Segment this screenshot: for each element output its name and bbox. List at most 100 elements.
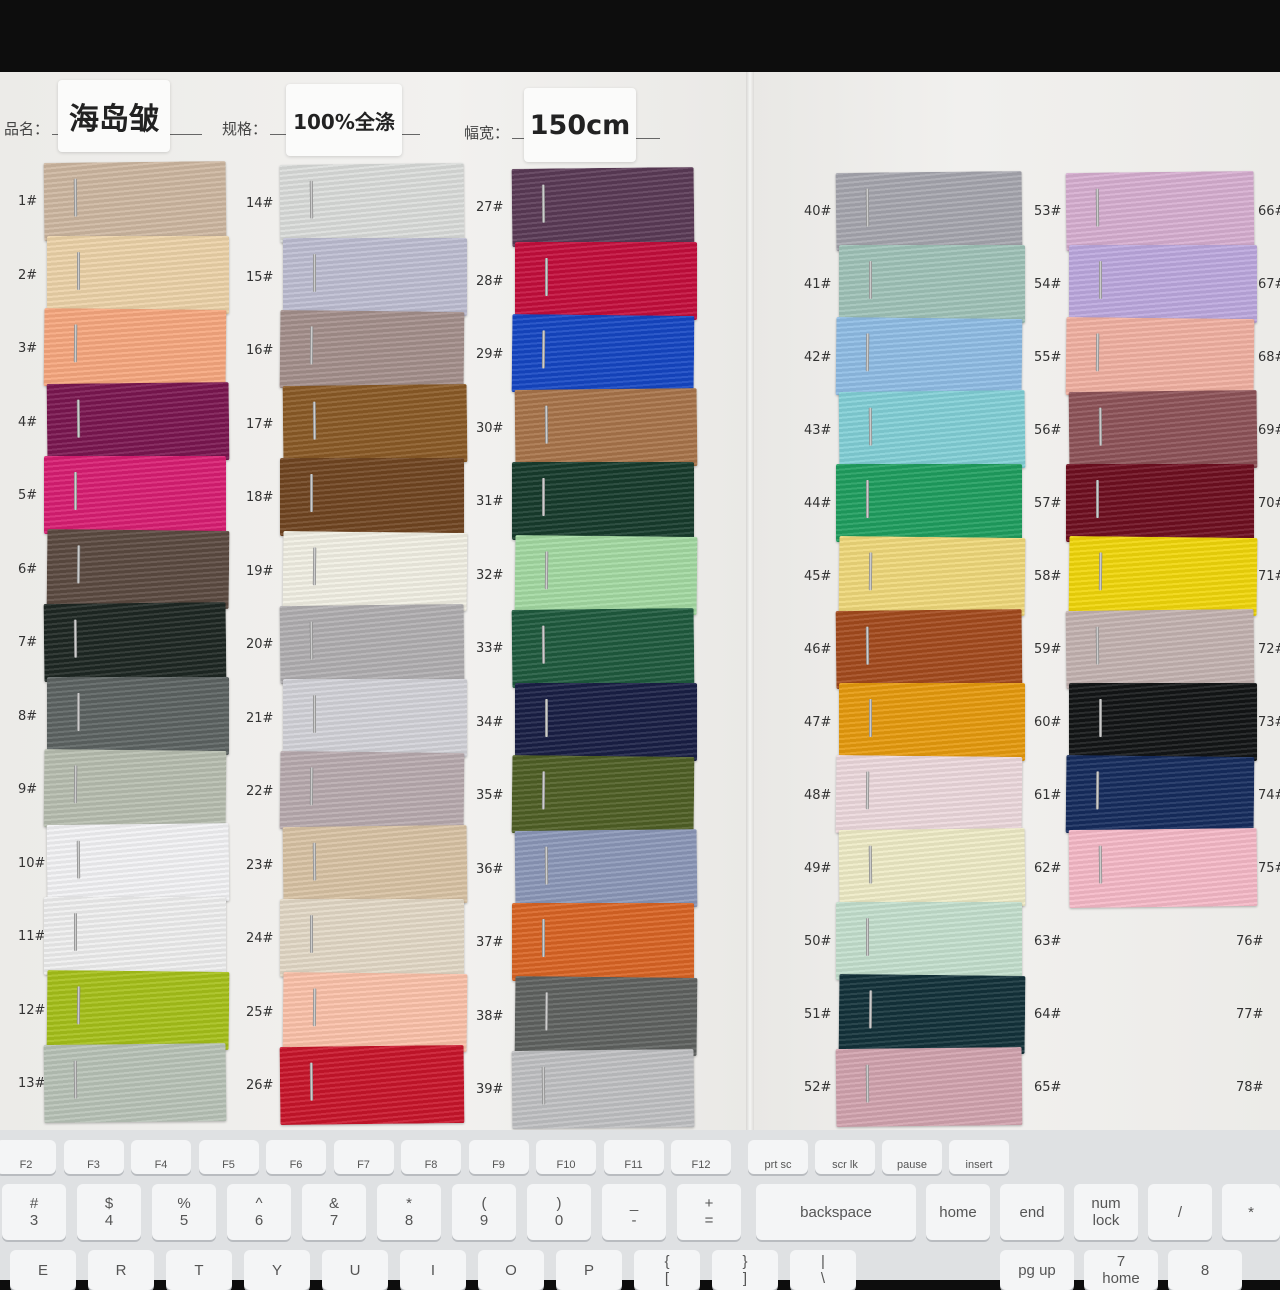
fabric-swatch xyxy=(43,1043,227,1123)
keyboard-key[interactable]: + = xyxy=(677,1184,741,1240)
keyboard-key[interactable]: 8 xyxy=(1168,1250,1242,1290)
keyboard-key[interactable]: O xyxy=(478,1250,544,1290)
keyboard-key[interactable]: pg up xyxy=(1000,1250,1074,1290)
fabric-swatch xyxy=(280,458,464,536)
staple xyxy=(869,699,872,737)
keyboard-key[interactable]: F6 xyxy=(266,1140,326,1174)
fabric-swatch xyxy=(1068,828,1258,908)
swatch-number-edge: 72# xyxy=(1258,642,1280,657)
staple xyxy=(868,407,873,446)
staple xyxy=(866,480,869,518)
keyboard-key[interactable]: home xyxy=(926,1184,990,1240)
swatch-number: 6# xyxy=(18,561,38,577)
swatch-number-edge: 73# xyxy=(1258,715,1280,730)
keyboard-key[interactable]: F11 xyxy=(603,1140,664,1174)
keyboard-key[interactable]: ( 9 xyxy=(452,1184,516,1240)
fabric-swatch xyxy=(835,1047,1023,1127)
swatch-number: 20# xyxy=(246,637,274,652)
staple xyxy=(309,326,314,365)
fabric-swatch xyxy=(511,608,695,688)
keyboard-key[interactable]: ) 0 xyxy=(527,1184,591,1240)
fabric-swatch xyxy=(1065,171,1255,251)
keyboard-key[interactable]: insert xyxy=(949,1140,1009,1174)
swatch-number: 2# xyxy=(18,267,38,283)
keyboard-key[interactable]: F3 xyxy=(63,1140,124,1174)
keyboard-key[interactable]: ^ 6 xyxy=(227,1184,291,1240)
swatch-number: 35# xyxy=(476,788,504,803)
swatch-number: 50# xyxy=(804,934,832,949)
swatch-number: 3# xyxy=(18,341,38,356)
keyboard-key[interactable]: F2 xyxy=(0,1140,56,1174)
swatch-number: 12# xyxy=(18,1002,46,1018)
fabric-swatch xyxy=(1065,755,1255,835)
keyboard-key[interactable]: 7 home xyxy=(1084,1250,1158,1290)
swatch-number: 23# xyxy=(246,857,274,873)
swatch-number: 5# xyxy=(18,488,38,503)
keyboard-key[interactable]: F4 xyxy=(131,1140,191,1174)
staple xyxy=(868,552,873,591)
fabric-swatch xyxy=(43,308,227,388)
fabric-swatch xyxy=(839,683,1025,761)
swatch-number-edge: 66# xyxy=(1258,204,1280,219)
swatch-number: 39# xyxy=(476,1082,504,1097)
keyboard-key[interactable]: prt sc xyxy=(748,1140,808,1174)
fabric-swatch xyxy=(511,755,695,835)
keyboard-key[interactable]: F8 xyxy=(401,1140,461,1174)
keyboard-key[interactable]: P xyxy=(556,1250,622,1290)
keyboard-key[interactable]: T xyxy=(166,1250,232,1290)
keyboard-key[interactable]: F5 xyxy=(198,1140,259,1174)
keyboard-key[interactable]: * xyxy=(1222,1184,1280,1240)
keyboard-key[interactable]: end xyxy=(1000,1184,1064,1240)
staple xyxy=(545,257,548,296)
keyboard-key[interactable]: F10 xyxy=(536,1140,596,1174)
staple xyxy=(313,694,316,733)
swatch-number: 45# xyxy=(804,569,832,584)
staple xyxy=(865,1064,870,1103)
keyboard-key[interactable]: { [ xyxy=(634,1250,700,1290)
fabric-swatch xyxy=(838,390,1026,470)
staple xyxy=(865,626,870,665)
keyboard-key[interactable]: $ 4 xyxy=(77,1184,141,1240)
keyboard-key[interactable]: backspace xyxy=(756,1184,916,1240)
swatch-number: 16# xyxy=(246,343,274,358)
staple xyxy=(74,472,77,510)
keyboard-key[interactable]: } ] xyxy=(712,1250,778,1290)
fabric-swatch xyxy=(282,971,468,1052)
swatch-number: 11# xyxy=(18,929,46,944)
keyboard-key[interactable]: / xyxy=(1148,1184,1212,1240)
keyboard-key[interactable]: scr lk xyxy=(815,1140,875,1174)
staple xyxy=(77,251,80,290)
keyboard-key[interactable]: Y xyxy=(244,1250,310,1290)
keyboard-key[interactable]: num lock xyxy=(1074,1184,1138,1240)
keyboard-key[interactable]: I xyxy=(400,1250,466,1290)
keyboard-key[interactable]: _ - xyxy=(602,1184,666,1240)
keyboard-key[interactable]: * 8 xyxy=(377,1184,441,1240)
swatch-number: 30# xyxy=(476,420,504,436)
keyboard-key[interactable]: | \ xyxy=(790,1250,856,1290)
staple xyxy=(1096,480,1099,518)
keyboard-key[interactable]: F7 xyxy=(333,1140,394,1174)
keyboard-key[interactable]: & 7 xyxy=(302,1184,366,1240)
swatch-number: 40# xyxy=(804,204,832,219)
staple xyxy=(76,985,81,1024)
swatch-number: 21# xyxy=(246,710,274,726)
fabric-swatch xyxy=(43,161,227,241)
keyboard-key[interactable]: # 3 xyxy=(2,1184,66,1240)
keyboard-key[interactable]: % 5 xyxy=(152,1184,216,1240)
keyboard-key[interactable]: F9 xyxy=(468,1140,529,1174)
staple xyxy=(1095,333,1100,372)
width-value: 150cm xyxy=(529,109,631,141)
keyboard-key[interactable]: pause xyxy=(882,1140,942,1174)
keyboard-key[interactable]: E xyxy=(10,1250,76,1290)
keyboard-key[interactable]: U xyxy=(322,1250,388,1290)
fabric-swatch xyxy=(44,456,226,534)
swatch-number: 27# xyxy=(476,200,504,215)
fabric-swatch xyxy=(838,828,1026,908)
staple xyxy=(76,544,81,583)
swatch-number: 18# xyxy=(246,490,274,505)
staple xyxy=(312,987,317,1026)
staple xyxy=(76,840,81,879)
keyboard-key[interactable]: F12 xyxy=(671,1140,731,1174)
staple xyxy=(544,846,549,885)
keyboard-key[interactable]: R xyxy=(88,1250,154,1290)
